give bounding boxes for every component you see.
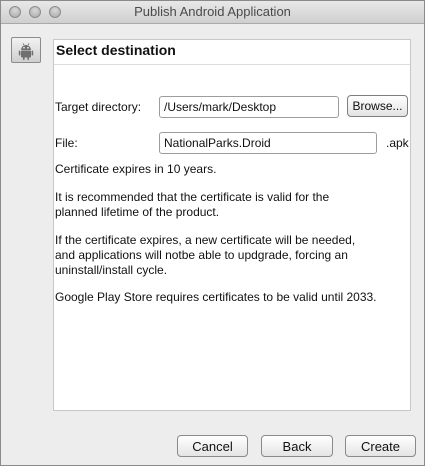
file-extension: .apk — [386, 136, 409, 150]
target-directory-label: Target directory: — [55, 100, 142, 114]
panel-divider — [54, 64, 410, 65]
recommendation-line: planned lifetime of the product. — [55, 205, 220, 219]
target-directory-input[interactable] — [159, 96, 339, 118]
window-title: Publish Android Application — [134, 4, 291, 19]
expiry-warning-line: and applications will notbe able to updg… — [55, 248, 348, 262]
file-label: File: — [55, 136, 78, 150]
play-store-requirement-text: Google Play Store requires certificates … — [55, 290, 377, 304]
expiry-warning-line: If the certificate expires, a new certif… — [55, 233, 356, 247]
back-button[interactable]: Back — [261, 435, 333, 457]
expiry-warning-line: uninstall/install cycle. — [55, 263, 168, 277]
file-name-input[interactable] — [159, 132, 377, 154]
recommendation-text: It is recommended that the certificate i… — [55, 190, 405, 220]
certificate-expiry-text: Certificate expires in 10 years. — [55, 162, 217, 176]
android-icon — [11, 37, 41, 63]
expiry-warning-text: If the certificate expires, a new certif… — [55, 233, 405, 278]
recommendation-line: It is recommended that the certificate i… — [55, 190, 330, 204]
panel-title: Select destination — [56, 42, 176, 58]
browse-button[interactable]: Browse... — [347, 95, 408, 117]
publish-window: Publish Android Application Select desti… — [0, 0, 425, 466]
cancel-button[interactable]: Cancel — [177, 435, 248, 457]
create-button[interactable]: Create — [345, 435, 416, 457]
title-bar: Publish Android Application — [1, 1, 424, 24]
